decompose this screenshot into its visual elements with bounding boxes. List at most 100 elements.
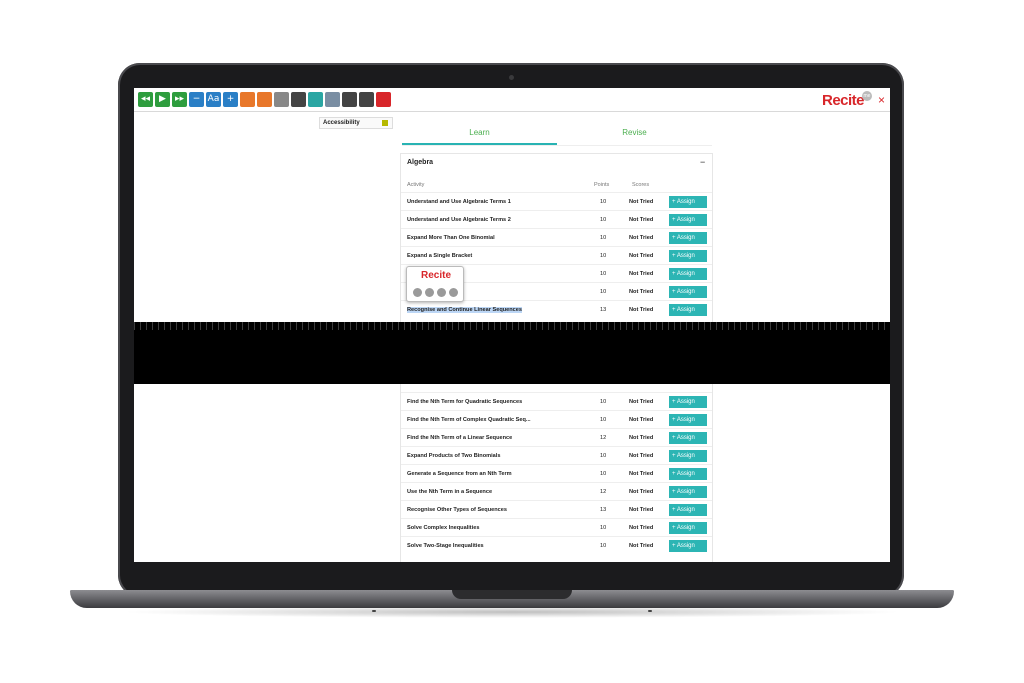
table-row: Expand More Than One Binomial 10 Not Tried…	[401, 228, 712, 246]
close-icon[interactable]: ×	[878, 93, 885, 107]
recite-menu-icon[interactable]: me	[862, 91, 872, 101]
activity-points: 10	[600, 253, 607, 259]
assign-button[interactable]: + Assign	[669, 486, 707, 498]
activity-name[interactable]: Find the Nth Term of a Linear Sequence	[407, 435, 512, 441]
activity-score: Not Tried	[629, 525, 654, 531]
activity-name[interactable]: Expand More Than One Binomial	[407, 235, 495, 241]
header-activity: Activity	[407, 182, 425, 188]
rewind-icon[interactable]: ◂◂	[138, 92, 153, 107]
recite-toolbar: ◂◂ ▶ ▸▸ − Aa + Recite me ×	[134, 88, 890, 112]
ruler-icon[interactable]	[274, 92, 289, 107]
activity-score: Not Tried	[629, 307, 654, 313]
activity-score: Not Tried	[629, 235, 654, 241]
translate-icon[interactable]	[291, 92, 306, 107]
activity-points: 12	[600, 489, 607, 495]
popup-play-icon[interactable]	[413, 288, 422, 297]
activity-name[interactable]: Recognise Other Types of Sequences	[407, 507, 507, 513]
activity-points: 10	[600, 289, 607, 295]
camera-icon	[509, 75, 514, 80]
collapse-icon[interactable]: −	[700, 157, 705, 167]
tab-revise[interactable]: Revise	[557, 128, 712, 137]
active-tab-indicator	[402, 143, 557, 145]
activity-score: Not Tried	[629, 289, 654, 295]
assign-button[interactable]: + Assign	[669, 232, 707, 244]
activity-name[interactable]: Find the Nth Term for Quadratic Sequence…	[407, 399, 522, 405]
assign-button[interactable]: + Assign	[669, 304, 707, 316]
assign-button[interactable]: + Assign	[669, 214, 707, 226]
reset-icon[interactable]	[359, 92, 374, 107]
screen: ◂◂ ▶ ▸▸ − Aa + Recite me × Accessibility Lear…	[134, 88, 890, 562]
section-title: Algebra	[407, 159, 434, 166]
reading-ruler[interactable]	[134, 322, 890, 330]
activity-score: Not Tried	[629, 399, 654, 405]
popup-rewind-icon[interactable]	[437, 288, 446, 297]
assign-button[interactable]: + Assign	[669, 414, 707, 426]
tab-learn[interactable]: Learn	[402, 128, 557, 137]
document-icon[interactable]	[308, 92, 323, 107]
activity-points: 10	[600, 235, 607, 241]
assign-button[interactable]: + Assign	[669, 468, 707, 480]
activity-score: Not Tried	[629, 471, 654, 477]
activity-score: Not Tried	[629, 253, 654, 259]
increase-text-icon[interactable]: +	[223, 92, 238, 107]
activity-score: Not Tried	[629, 453, 654, 459]
assign-button[interactable]: + Assign	[669, 196, 707, 208]
activity-score: Not Tried	[629, 507, 654, 513]
assign-button[interactable]: + Assign	[669, 540, 707, 552]
activity-name[interactable]: Expand a Single Bracket	[407, 253, 472, 259]
assign-button[interactable]: + Assign	[669, 396, 707, 408]
activity-name[interactable]: Understand and Use Algebraic Terms 2	[407, 217, 511, 223]
highlight-bar-icon[interactable]	[257, 92, 272, 107]
table-row: Recognise and Continue Linear Sequences 1…	[401, 300, 712, 318]
assign-button[interactable]: + Assign	[669, 268, 707, 280]
activity-points: 12	[600, 435, 607, 441]
activity-points: 13	[600, 307, 607, 313]
search-icon[interactable]	[325, 92, 340, 107]
color-wheel-icon[interactable]	[240, 92, 255, 107]
tab-divider	[402, 145, 712, 146]
activity-name[interactable]: Find the Nth Term of Complex Quadratic S…	[407, 417, 531, 423]
assign-button[interactable]: + Assign	[669, 286, 707, 298]
popup-stop-icon[interactable]	[425, 288, 434, 297]
laptop-foot	[372, 610, 376, 612]
table-row: Expand a Single Bracket 10 Not Tried + Assi…	[401, 246, 712, 264]
activity-points: 10	[600, 217, 607, 223]
assign-button[interactable]: + Assign	[669, 450, 707, 462]
accessibility-button[interactable]: Accessibility	[319, 117, 393, 129]
table-row: Find the Nth Term for Quadratic Sequence…	[401, 392, 712, 410]
popup-forward-icon[interactable]	[449, 288, 458, 297]
table-row: Solve Two-Stage Inequalities 10 Not Tried +…	[401, 536, 712, 554]
activity-points: 10	[600, 399, 607, 405]
table-row: Generate a Sequence from an Nth Term 10 No…	[401, 464, 712, 482]
activity-points: 13	[600, 507, 607, 513]
pdf-icon[interactable]	[376, 92, 391, 107]
activity-name[interactable]: Understand and Use Algebraic Terms 1	[407, 199, 511, 205]
recite-popup: Recite	[406, 266, 464, 302]
activity-name[interactable]: Recognise and Continue Linear Sequences	[407, 307, 523, 313]
assign-button[interactable]: + Assign	[669, 432, 707, 444]
assign-button[interactable]: + Assign	[669, 250, 707, 262]
activity-name[interactable]: Use the Nth Term in a Sequence	[407, 489, 492, 495]
decrease-text-icon[interactable]: −	[189, 92, 204, 107]
activity-name[interactable]: Solve Two-Stage Inequalities	[407, 543, 484, 549]
font-icon[interactable]: Aa	[206, 92, 221, 107]
accessibility-label: Accessibility	[323, 120, 360, 126]
gear-icon[interactable]	[342, 92, 357, 107]
activity-score: Not Tried	[629, 543, 654, 549]
activity-score: Not Tried	[629, 217, 654, 223]
activity-name[interactable]: Solve Complex Inequalities	[407, 525, 479, 531]
activity-score: Not Tried	[629, 199, 654, 205]
table-row: Solve Complex Inequalities 10 Not Tried + A…	[401, 518, 712, 536]
assign-button[interactable]: + Assign	[669, 522, 707, 534]
activity-name[interactable]: Expand Products of Two Binomials	[407, 453, 500, 459]
activity-points: 10	[600, 471, 607, 477]
play-icon[interactable]: ▶	[155, 92, 170, 107]
table-row: Expand Products of Two Binomials 10 Not Tr…	[401, 446, 712, 464]
assign-button[interactable]: + Assign	[669, 504, 707, 516]
fast-forward-icon[interactable]: ▸▸	[172, 92, 187, 107]
activity-points: 10	[600, 271, 607, 277]
activity-name[interactable]: Generate a Sequence from an Nth Term	[407, 471, 512, 477]
activity-score: Not Tried	[629, 417, 654, 423]
table-row: Recognise Other Types of Sequences 13 Not …	[401, 500, 712, 518]
activity-points: 10	[600, 417, 607, 423]
